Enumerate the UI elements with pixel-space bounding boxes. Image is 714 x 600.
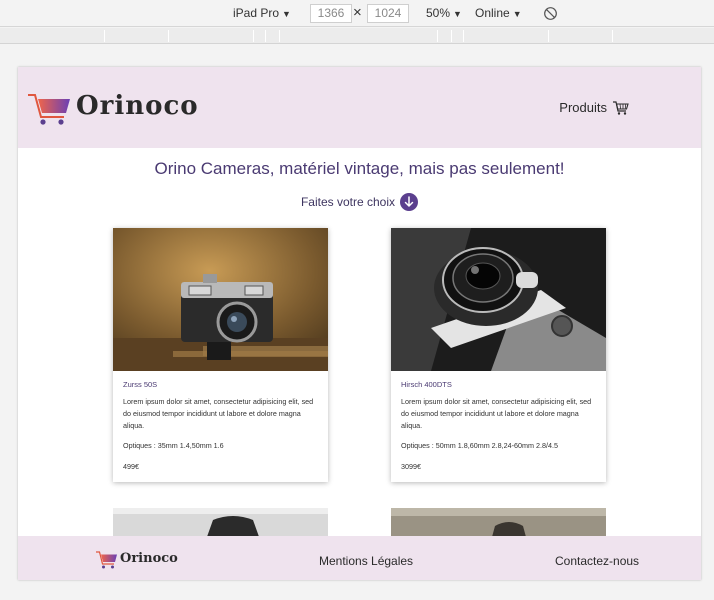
site-footer: Orinoco Mentions Légales Contactez-nous bbox=[18, 536, 701, 580]
product-optics: Optiques : 35mm 1.4,50mm 1.6 bbox=[123, 441, 224, 450]
cart-icon bbox=[613, 100, 629, 115]
caret-down-icon: ▼ bbox=[282, 9, 291, 19]
product-optics: Optiques : 50mm 1.8,60mm 2.8,24-60mm 2.8… bbox=[401, 441, 559, 450]
device-select[interactable]: iPad Pro ▼ bbox=[233, 6, 291, 20]
rotate-icon[interactable] bbox=[543, 6, 558, 21]
product-card[interactable]: Hirsch 400DTS Lorem ipsum dolor sit amet… bbox=[391, 228, 606, 482]
product-name[interactable]: Hirsch 400DTS bbox=[401, 380, 452, 389]
contact-link[interactable]: Contactez-nous bbox=[555, 554, 639, 568]
footer-brand[interactable]: Orinoco bbox=[120, 551, 178, 566]
legal-link[interactable]: Mentions Légales bbox=[319, 554, 413, 568]
dimension-separator: × bbox=[353, 4, 362, 21]
ruler-tick bbox=[437, 30, 438, 42]
choose-prompt[interactable]: Faites votre choix bbox=[18, 193, 701, 212]
device-toolbar: iPad Pro ▼ 1366 × 1024 50% ▼ Online ▼ bbox=[0, 0, 714, 27]
ruler-tick bbox=[279, 30, 280, 42]
product-description: Lorem ipsum dolor sit amet, consectetur … bbox=[123, 397, 314, 430]
zoom-select-label: 50% bbox=[426, 6, 451, 20]
product-name[interactable]: Zurss 50S bbox=[123, 380, 157, 389]
product-description: Lorem ipsum dolor sit amet, consectetur … bbox=[401, 397, 592, 430]
ruler-tick bbox=[253, 30, 254, 42]
choose-label: Faites votre choix bbox=[300, 195, 396, 210]
product-price: 499€ bbox=[123, 462, 139, 471]
caret-down-icon: ▼ bbox=[512, 9, 522, 19]
ruler-tick bbox=[168, 30, 169, 42]
height-input[interactable]: 1024 bbox=[367, 4, 409, 23]
cart-logo-icon[interactable] bbox=[96, 550, 120, 570]
network-select[interactable]: Online ▼ bbox=[475, 6, 522, 20]
width-input[interactable]: 1366 bbox=[310, 4, 352, 23]
nav-products-label: Produits bbox=[559, 100, 607, 115]
ruler-tick bbox=[612, 30, 613, 42]
product-photo[interactable] bbox=[391, 228, 606, 371]
device-viewport: Orinoco Produits Orino Cameras, matériel… bbox=[18, 67, 701, 580]
network-select-label: Online bbox=[475, 6, 510, 20]
cart-logo-icon[interactable] bbox=[28, 91, 76, 127]
product-photo[interactable] bbox=[113, 228, 328, 371]
media-query-ruler[interactable] bbox=[0, 28, 714, 44]
product-price: 3099€ bbox=[401, 462, 421, 471]
zoom-select[interactable]: 50% ▼ bbox=[426, 6, 462, 20]
caret-down-icon: ▼ bbox=[453, 9, 462, 19]
arrow-down-icon[interactable] bbox=[400, 193, 419, 211]
product-card[interactable]: Zurss 50S Lorem ipsum dolor sit amet, co… bbox=[113, 228, 328, 482]
brand-name[interactable]: Orinoco bbox=[76, 91, 199, 121]
page-headline: Orino Cameras, matériel vintage, mais pa… bbox=[154, 159, 565, 178]
ruler-tick bbox=[548, 30, 549, 42]
nav-products-link[interactable]: Produits bbox=[559, 100, 629, 115]
device-select-label: iPad Pro bbox=[233, 6, 280, 20]
ruler-tick bbox=[463, 30, 464, 42]
ruler-tick bbox=[265, 30, 266, 42]
ruler-tick bbox=[104, 30, 105, 42]
site-header: Orinoco Produits bbox=[18, 67, 701, 148]
ruler-tick bbox=[451, 30, 452, 42]
